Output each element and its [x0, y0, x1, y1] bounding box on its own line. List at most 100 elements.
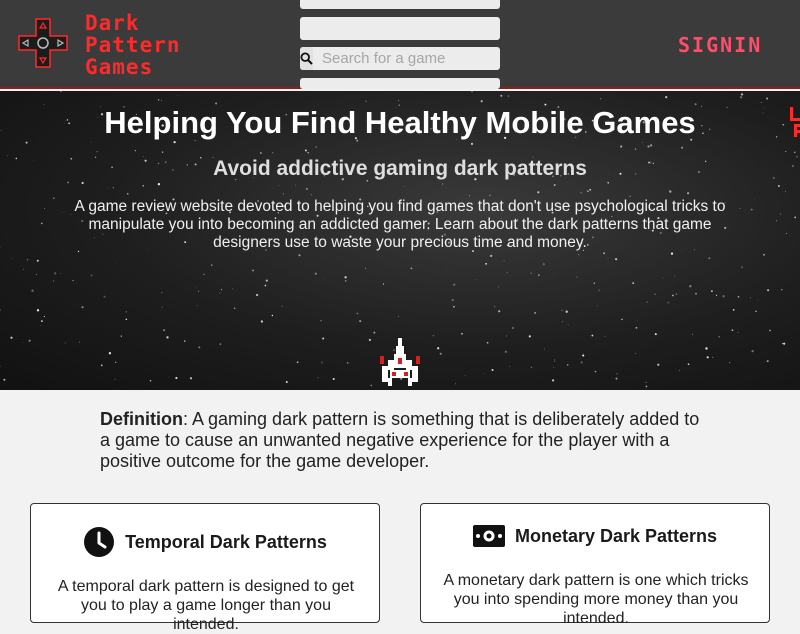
star — [306, 188, 308, 190]
star — [219, 292, 220, 293]
star — [10, 337, 12, 339]
star — [142, 185, 143, 186]
star — [198, 291, 199, 292]
star — [315, 273, 317, 275]
star — [708, 258, 709, 259]
header-bar-middle — [300, 17, 500, 40]
star — [72, 280, 73, 281]
star — [751, 209, 753, 211]
star — [265, 285, 267, 287]
dpad-icon[interactable] — [16, 16, 70, 70]
star — [580, 192, 582, 194]
hero-title: Helping You Find Healthy Mobile Games — [0, 105, 800, 141]
star — [665, 96, 667, 98]
definition-term: Definition — [100, 409, 183, 429]
star — [461, 333, 463, 335]
star — [260, 152, 262, 154]
star — [234, 308, 236, 310]
card-monetary[interactable]: Monetary Dark Patterns A monetary dark p… — [420, 503, 770, 623]
star — [31, 290, 33, 292]
star — [716, 295, 717, 296]
star — [0, 366, 1, 367]
star — [196, 287, 197, 288]
star — [587, 190, 589, 192]
star — [0, 309, 1, 310]
star — [91, 274, 93, 276]
star — [566, 311, 568, 313]
star — [529, 335, 531, 337]
star — [359, 320, 361, 322]
star — [115, 379, 116, 380]
star — [687, 192, 689, 194]
star — [446, 268, 447, 269]
star — [365, 268, 366, 269]
search-icon[interactable] — [300, 47, 313, 70]
star — [44, 316, 45, 317]
star — [365, 100, 367, 102]
star — [531, 367, 533, 369]
definition-paragraph: Definition: A gaming dark pattern is som… — [100, 409, 710, 472]
star — [162, 307, 163, 308]
star — [344, 276, 346, 278]
star — [500, 95, 502, 97]
star — [469, 195, 470, 196]
star — [785, 191, 786, 192]
star — [452, 299, 454, 301]
star — [197, 305, 198, 306]
star — [754, 200, 755, 201]
star — [581, 361, 583, 363]
star — [272, 152, 274, 154]
search-box[interactable] — [300, 47, 500, 70]
star — [672, 290, 673, 291]
star — [485, 263, 487, 265]
star — [453, 284, 455, 286]
signin-button[interactable]: SIGNIN — [678, 33, 762, 57]
star — [158, 183, 160, 185]
star — [173, 141, 175, 143]
star — [491, 369, 493, 371]
star — [608, 258, 609, 259]
star — [256, 294, 258, 296]
star — [763, 254, 765, 256]
star — [505, 351, 507, 353]
site-header: Dark Pattern Games SIGNIN — [0, 0, 800, 89]
star — [286, 381, 288, 383]
card-title-row: Temporal Dark Patterns — [31, 526, 379, 558]
star — [782, 343, 783, 344]
star — [508, 95, 510, 97]
star — [36, 274, 37, 275]
star — [40, 325, 41, 326]
star — [373, 332, 375, 334]
star — [681, 147, 683, 149]
star — [594, 283, 595, 284]
star — [26, 142, 28, 144]
star — [53, 197, 54, 198]
star — [91, 142, 92, 143]
card-temporal[interactable]: Temporal Dark Patterns A temporal dark p… — [30, 503, 380, 623]
star — [616, 378, 618, 380]
star — [211, 264, 212, 265]
money-icon — [473, 525, 505, 547]
star — [481, 100, 483, 102]
star — [184, 340, 185, 341]
star — [471, 91, 472, 92]
star — [97, 151, 98, 152]
star — [776, 220, 777, 221]
star — [650, 144, 652, 146]
star — [79, 342, 80, 343]
star — [476, 279, 477, 280]
star — [554, 184, 556, 186]
star — [317, 377, 318, 378]
star — [740, 96, 742, 98]
brand-name[interactable]: Dark Pattern Games — [85, 12, 181, 78]
star — [657, 364, 659, 366]
star — [679, 370, 680, 371]
brand-line-3: Games — [85, 56, 181, 78]
search-input[interactable] — [313, 47, 521, 70]
star — [22, 342, 23, 343]
star — [311, 194, 312, 195]
star — [583, 353, 584, 354]
star — [767, 289, 769, 291]
spaceship-icon — [379, 338, 421, 386]
star — [490, 255, 492, 257]
